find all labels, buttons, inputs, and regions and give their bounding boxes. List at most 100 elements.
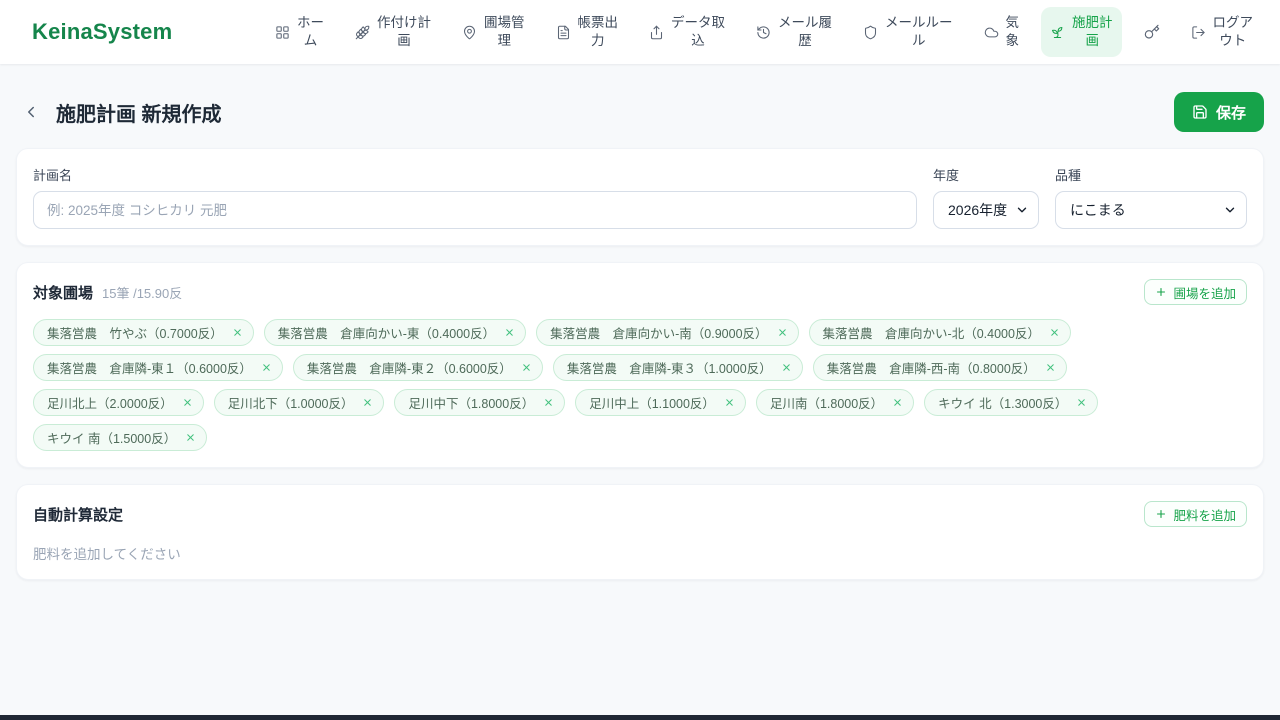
close-icon	[182, 397, 193, 408]
field-chip: 集落営農 倉庫隣-西-南（0.8000反）	[812, 354, 1067, 381]
plan-name-input[interactable]	[33, 191, 917, 229]
field-chip: 足川北上（2.0000反）	[33, 389, 204, 416]
history-icon	[756, 25, 771, 40]
field-chip-label: 集落営農 倉庫隣-東２（0.6000反）	[306, 362, 512, 376]
close-icon	[185, 432, 196, 443]
remove-field-button[interactable]	[232, 327, 243, 338]
nav-item-label: ログア ウト	[1212, 15, 1254, 48]
close-icon	[504, 327, 515, 338]
target-fields-count: 15筆 /15.90反	[102, 285, 183, 301]
nav-item-label: データ取 込	[671, 15, 725, 48]
save-icon	[1192, 104, 1208, 120]
chevron-left-icon	[22, 103, 40, 121]
title-bar: 施肥計画 新規作成 保存	[16, 92, 1264, 132]
remove-field-button[interactable]	[543, 397, 554, 408]
field-chip: 足川中下（1.8000反）	[394, 389, 566, 416]
field-chip-label: 足川北上（2.0000反）	[47, 397, 173, 411]
variety-select[interactable]: にこまる	[1055, 191, 1247, 229]
remove-field-button[interactable]	[182, 397, 193, 408]
field-chip: 足川中上（1.1000反）	[575, 389, 746, 416]
close-icon	[1045, 362, 1056, 373]
nav-item-key[interactable]	[1135, 17, 1169, 47]
field-chip: 集落営農 倉庫隣-東３（1.0000反）	[552, 354, 803, 381]
map-pin-icon	[462, 25, 477, 40]
remove-field-button[interactable]	[185, 432, 196, 443]
remove-field-button[interactable]	[777, 327, 788, 338]
field-chip: キウイ 南（1.5000反）	[33, 424, 208, 451]
nav-item-mail-history[interactable]: メール履 歴	[747, 7, 841, 56]
close-icon	[521, 362, 532, 373]
close-icon	[362, 397, 373, 408]
field-chip-label: 集落営農 倉庫向かい-南（0.9000反）	[550, 327, 768, 341]
nav-item-data-import[interactable]: データ取 込	[640, 7, 734, 56]
logout-icon	[1191, 25, 1206, 40]
field-chip-label: 集落営農 倉庫隣-東１（0.6000反）	[47, 362, 252, 376]
close-icon	[777, 327, 788, 338]
bottom-strip	[0, 715, 1280, 720]
top-nav: KeinaSystem ホー ム 作付け計 画 圃場管 理 帳票出 力 データ取…	[0, 0, 1280, 64]
plus-icon	[1155, 286, 1167, 298]
nav-item-label: メールルー ル	[885, 15, 953, 48]
nav-item-label: 帳票出 力	[577, 15, 619, 48]
upload-icon	[649, 25, 664, 40]
nav-item-mail-rules[interactable]: メールルー ル	[854, 7, 962, 56]
nav-item-label: ホー ム	[297, 15, 324, 48]
close-icon	[781, 362, 792, 373]
plan-basics-card: 計画名 年度 2026年度 品種 にこまる	[16, 148, 1264, 246]
auto-calc-title: 自動計算設定	[33, 506, 124, 524]
remove-field-button[interactable]	[521, 362, 532, 373]
nav-item-logout[interactable]: ログア ウト	[1182, 7, 1263, 56]
plan-name-label: 計画名	[33, 168, 73, 183]
grid-icon	[275, 25, 290, 40]
auto-calc-card: 自動計算設定 肥料を追加 肥料を追加してください	[16, 484, 1264, 580]
save-button[interactable]: 保存	[1173, 92, 1264, 132]
field-chip: 集落営農 倉庫隣-東１（0.6000反）	[33, 354, 283, 381]
field-chip: 集落営農 倉庫向かい-北（0.4000反）	[808, 319, 1071, 346]
back-button[interactable]	[16, 97, 46, 127]
nav-item-label: 圃場管 理	[484, 15, 525, 48]
field-chip-label: 集落営農 倉庫向かい-北（0.4000反）	[822, 327, 1040, 341]
add-field-button[interactable]: 圃場を追加	[1144, 279, 1247, 305]
close-icon	[1049, 327, 1060, 338]
shield-icon	[863, 25, 878, 40]
remove-field-button[interactable]	[1076, 397, 1087, 408]
wheat-icon	[355, 25, 370, 40]
remove-field-button[interactable]	[892, 397, 903, 408]
remove-field-button[interactable]	[724, 397, 735, 408]
remove-field-button[interactable]	[362, 397, 373, 408]
nav-item-label: メール履 歴	[778, 15, 832, 48]
field-chip: 足川南（1.8000反）	[755, 389, 915, 416]
close-icon	[232, 327, 243, 338]
nav-item-fertilizer-plan[interactable]: 施肥計 画	[1041, 7, 1122, 57]
field-chip-label: 足川南（1.8000反）	[769, 397, 884, 411]
year-label: 年度	[933, 168, 960, 183]
field-chip-label: 集落営農 倉庫隣-東３（1.0000反）	[566, 362, 772, 376]
add-fertilizer-button[interactable]: 肥料を追加	[1144, 501, 1247, 527]
field-chip: 集落営農 倉庫向かい-東（0.4000反）	[263, 319, 527, 346]
remove-field-button[interactable]	[261, 362, 272, 373]
field-chip-label: 集落営農 倉庫隣-西-南（0.8000反）	[826, 362, 1036, 376]
cloud-icon	[984, 25, 999, 40]
nav-item-field-management[interactable]: 圃場管 理	[453, 7, 534, 56]
nav-items: ホー ム 作付け計 画 圃場管 理 帳票出 力 データ取 込 メール履 歴 メー…	[266, 7, 1263, 57]
remove-field-button[interactable]	[1049, 327, 1060, 338]
close-icon	[261, 362, 272, 373]
field-chip-label: 足川中下（1.8000反）	[408, 397, 535, 411]
field-chip-label: キウイ 北（1.3000反）	[938, 397, 1068, 411]
nav-item-planting-plan[interactable]: 作付け計 画	[346, 7, 440, 56]
chevron-down-icon	[1015, 203, 1029, 217]
app-logo: KeinaSystem	[32, 19, 173, 44]
remove-field-button[interactable]	[1045, 362, 1056, 373]
field-chip: 集落営農 竹やぶ（0.7000反）	[33, 319, 254, 346]
remove-field-button[interactable]	[781, 362, 792, 373]
remove-field-button[interactable]	[504, 327, 515, 338]
nav-item-home[interactable]: ホー ム	[266, 7, 333, 56]
field-chip-label: キウイ 南（1.5000反）	[47, 432, 177, 446]
nav-item-report-output[interactable]: 帳票出 力	[547, 7, 628, 56]
close-icon	[1076, 397, 1087, 408]
nav-item-weather[interactable]: 気 象	[975, 7, 1029, 56]
field-chip: 集落営農 倉庫隣-東２（0.6000反）	[292, 354, 543, 381]
field-chip: キウイ 北（1.3000反）	[924, 389, 1099, 416]
year-select[interactable]: 2026年度	[933, 191, 1039, 229]
field-chip-list: 集落営農 竹やぶ（0.7000反） 集落営農 倉庫向かい-東（0.4000反） …	[33, 319, 1247, 451]
